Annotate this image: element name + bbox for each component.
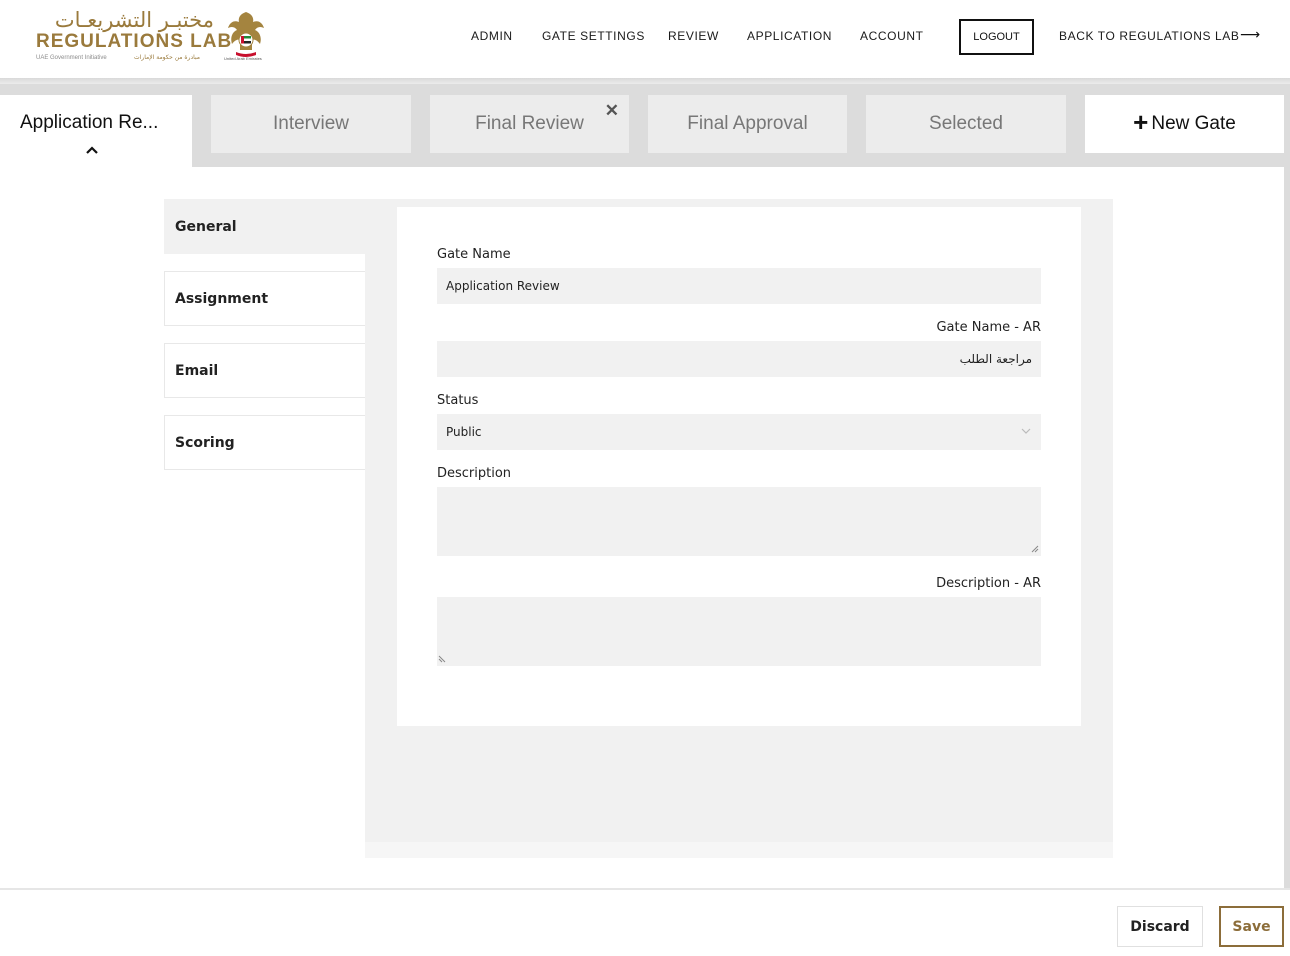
logout-button[interactable]: LOGOUT	[959, 19, 1034, 55]
gate-name-ar-label: Gate Name - AR	[936, 320, 1041, 335]
side-menu-email[interactable]: Email	[164, 343, 365, 398]
status-selected-value: Public	[446, 425, 482, 439]
tab-final-review[interactable]: Final Review ✕	[430, 95, 629, 153]
tab-label: Selected	[929, 113, 1003, 134]
tab-selected[interactable]: Selected	[866, 95, 1066, 153]
gate-tabs-bar: Application Re... Interview Final Review…	[0, 84, 1290, 167]
emblem-caption: United Arab Emirates	[224, 56, 262, 61]
description-label: Description	[437, 466, 512, 481]
uae-emblem-icon	[228, 12, 264, 57]
logo-subtitle-arabic: مبادرة من حكومة الإمارات	[134, 54, 200, 61]
page-scroll-edge	[1284, 167, 1290, 889]
resize-handle-icon[interactable]	[438, 655, 446, 663]
tab-application-review[interactable]: Application Re...	[0, 95, 192, 167]
status-label: Status	[437, 393, 479, 408]
regulations-lab-logo[interactable]: مختبـر التشريعـات REGULATIONS LAB UAE Go…	[36, 8, 266, 68]
close-icon[interactable]: ✕	[605, 101, 619, 121]
tab-interview[interactable]: Interview	[211, 95, 411, 153]
side-menu-scoring[interactable]: Scoring	[164, 415, 365, 470]
nav-admin[interactable]: ADMIN	[471, 29, 513, 43]
tab-label: Application Re...	[20, 112, 159, 133]
content-panel-footer	[365, 842, 1113, 858]
nav-back-to-regulations-lab[interactable]: BACK TO REGULATIONS LAB	[1059, 29, 1240, 43]
tab-label: Interview	[272, 113, 350, 134]
tab-label: Final Review	[475, 113, 584, 134]
resize-handle-icon[interactable]	[1031, 545, 1039, 553]
chevron-up-icon[interactable]	[85, 145, 99, 155]
nav-account[interactable]: ACCOUNT	[860, 29, 924, 43]
plus-icon: +	[1133, 107, 1149, 137]
chevron-down-icon	[1021, 428, 1031, 434]
new-gate-button[interactable]: + New Gate	[1085, 95, 1284, 153]
gate-name-ar-input[interactable]	[437, 341, 1041, 377]
nav-application[interactable]: APPLICATION	[747, 29, 832, 43]
side-menu-general[interactable]: General	[164, 199, 365, 254]
gate-name-input[interactable]	[437, 268, 1041, 304]
logo-subtitle: UAE Government Initiative	[36, 55, 107, 61]
nav-review[interactable]: REVIEW	[668, 29, 719, 43]
tab-label: Final Approval	[687, 113, 808, 134]
save-button[interactable]: Save	[1219, 906, 1284, 947]
description-ar-label: Description - AR	[936, 576, 1041, 591]
discard-button[interactable]: Discard	[1117, 906, 1203, 947]
gate-name-label: Gate Name	[437, 247, 511, 262]
status-select[interactable]: Public	[437, 414, 1041, 450]
nav-gate-settings[interactable]: GATE SETTINGS	[542, 29, 645, 43]
footer-divider	[0, 888, 1290, 890]
logo-english-title: REGULATIONS LAB	[36, 31, 233, 52]
new-gate-label: New Gate	[1151, 113, 1236, 134]
tab-final-approval[interactable]: Final Approval	[648, 95, 847, 153]
arrow-right-icon[interactable]: ⟶	[1240, 27, 1260, 43]
description-ar-textarea[interactable]	[437, 597, 1041, 666]
top-header: مختبـر التشريعـات REGULATIONS LAB UAE Go…	[0, 0, 1290, 78]
side-menu-assignment[interactable]: Assignment	[164, 271, 365, 326]
logo-arabic-title: مختبـر التشريعـات	[54, 8, 214, 32]
description-textarea[interactable]	[437, 487, 1041, 556]
